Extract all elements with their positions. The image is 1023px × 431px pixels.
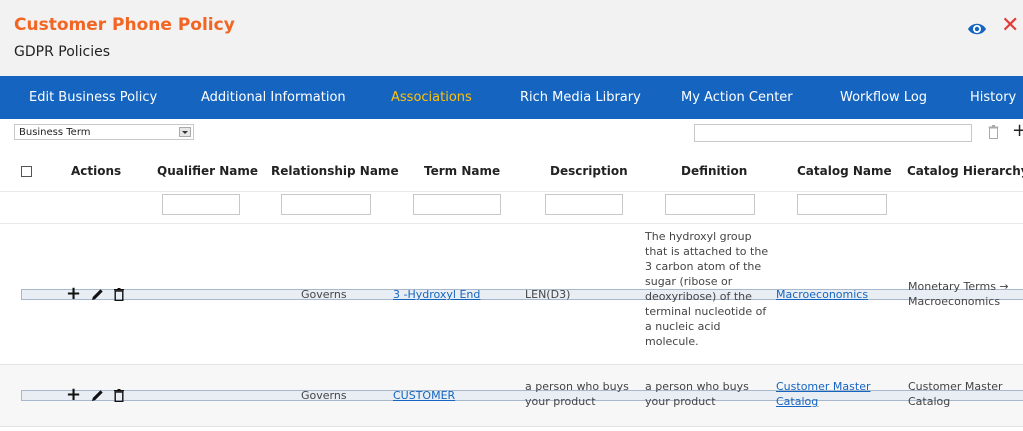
table-row: + Governs 3 -Hydroxyl End LEN(D3) The hy… bbox=[0, 224, 1023, 365]
plus-icon[interactable]: + bbox=[66, 285, 81, 303]
row-actions: + bbox=[66, 386, 125, 404]
page-subtitle: GDPR Policies bbox=[14, 44, 111, 60]
tab-history[interactable]: History bbox=[970, 76, 1016, 119]
description-filter-input[interactable] bbox=[545, 194, 623, 215]
row-actions: + bbox=[66, 285, 125, 303]
plus-icon[interactable]: + bbox=[66, 386, 81, 404]
row-checkbox[interactable] bbox=[21, 390, 1023, 401]
association-type-select[interactable]: Business Term bbox=[14, 124, 194, 140]
tab-associations[interactable]: Associations bbox=[391, 76, 472, 119]
relationship-name-cell: Governs bbox=[301, 288, 347, 301]
page-title: Customer Phone Policy bbox=[14, 15, 235, 35]
definition-filter-input[interactable] bbox=[665, 194, 755, 215]
definition-cell: a person who buys your product bbox=[645, 380, 749, 408]
description-cell: a person who buys your product bbox=[525, 380, 629, 408]
trash-icon[interactable] bbox=[114, 388, 125, 402]
close-icon[interactable]: ✕ bbox=[1001, 15, 1019, 37]
trash-icon[interactable] bbox=[988, 125, 999, 139]
column-term-name[interactable]: Term Name bbox=[424, 151, 500, 191]
trash-icon[interactable] bbox=[114, 287, 125, 301]
tab-my-action-center[interactable]: My Action Center bbox=[681, 76, 793, 119]
term-filter-input[interactable] bbox=[413, 194, 501, 215]
tab-rich-media-library[interactable]: Rich Media Library bbox=[520, 76, 641, 119]
dialog-header: Customer Phone Policy GDPR Policies ✕ bbox=[0, 0, 1023, 76]
description-cell: LEN(D3) bbox=[525, 288, 571, 301]
search-input[interactable] bbox=[694, 124, 972, 142]
column-catalog-name[interactable]: Catalog Name bbox=[797, 151, 892, 191]
term-name-link[interactable]: CUSTOMER bbox=[393, 388, 455, 403]
pencil-icon[interactable] bbox=[91, 288, 104, 301]
catalog-name-link[interactable]: Customer Master Catalog bbox=[776, 379, 871, 409]
row-checkbox[interactable] bbox=[21, 289, 1023, 300]
eye-icon[interactable] bbox=[967, 19, 987, 39]
catalog-hierarchy-cell: Customer Master Catalog bbox=[908, 380, 1003, 408]
column-catalog-hierarchy[interactable]: Catalog Hierarchy bbox=[907, 151, 1023, 191]
toolbar: Business Term + bbox=[0, 119, 1023, 145]
tab-additional-information[interactable]: Additional Information bbox=[201, 76, 346, 119]
table-header: Actions Qualifier Name Relationship Name… bbox=[0, 151, 1023, 192]
column-relationship-name[interactable]: Relationship Name bbox=[271, 151, 399, 191]
relationship-filter-input[interactable] bbox=[281, 194, 371, 215]
column-description[interactable]: Description bbox=[550, 151, 628, 191]
tab-workflow-log[interactable]: Workflow Log bbox=[840, 76, 927, 119]
table-row: + Governs CUSTOMER a person who buys you… bbox=[0, 365, 1023, 427]
column-actions: Actions bbox=[71, 164, 122, 178]
catalog-filter-input[interactable] bbox=[797, 194, 887, 215]
column-qualifier-name[interactable]: Qualifier Name bbox=[157, 151, 258, 191]
tab-bar: Edit Business Policy Additional Informat… bbox=[0, 76, 1023, 119]
relationship-name-cell: Governs bbox=[301, 389, 347, 402]
term-name-link[interactable]: 3 -Hydroxyl End bbox=[393, 287, 480, 302]
definition-cell: The hydroxyl group that is attached to t… bbox=[645, 230, 769, 348]
column-definition[interactable]: Definition bbox=[681, 151, 747, 191]
add-association-button[interactable]: + bbox=[1012, 121, 1023, 141]
tab-edit-business-policy[interactable]: Edit Business Policy bbox=[29, 76, 157, 119]
select-all-checkbox[interactable] bbox=[21, 166, 32, 177]
dropdown-arrow-icon[interactable] bbox=[179, 127, 191, 137]
qualifier-filter-input[interactable] bbox=[162, 194, 240, 215]
catalog-name-link[interactable]: Macroeconomics bbox=[776, 287, 868, 302]
pencil-icon[interactable] bbox=[91, 389, 104, 402]
association-type-value: Business Term bbox=[19, 127, 91, 138]
catalog-hierarchy-cell: Monetary Terms → Macroeconomics bbox=[908, 280, 1009, 308]
column-filter-row bbox=[0, 191, 1023, 224]
